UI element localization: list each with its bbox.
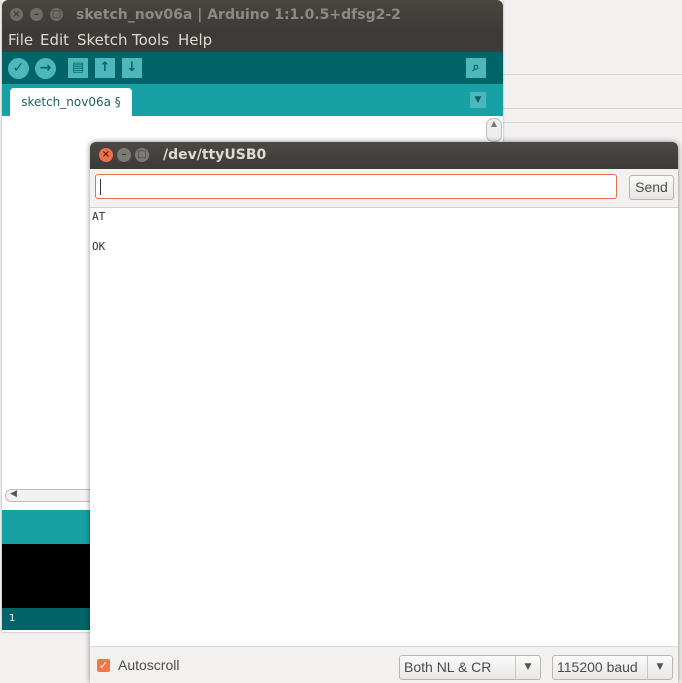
line-ending-select[interactable]: Both NL & CR ▼ (399, 655, 541, 680)
text-caret (100, 179, 101, 195)
autoscroll-label: Autoscroll (118, 657, 180, 673)
output-line: AT (92, 210, 106, 223)
ide-close-icon[interactable]: × (10, 8, 23, 21)
line-number: 1 (9, 613, 16, 624)
ide-maximize-icon[interactable]: □ (50, 8, 63, 21)
menu-bar: File Edit Sketch Tools Help (2, 30, 503, 52)
menu-edit[interactable]: Edit (40, 31, 69, 49)
baud-rate-select[interactable]: 115200 baud ▼ (552, 655, 673, 680)
serial-minimize-icon[interactable]: – (117, 148, 131, 162)
save-sketch-icon[interactable]: ↓ (122, 58, 142, 78)
ide-toolbar: ✓ → ▤ ↑ ↓ ⌕ (2, 52, 503, 84)
serial-maximize-icon[interactable]: □ (135, 148, 149, 162)
desktop-divider (502, 122, 682, 123)
line-ending-value: Both NL & CR (404, 659, 492, 675)
menu-sketch[interactable]: Sketch (77, 31, 128, 49)
desktop-divider (502, 74, 682, 75)
tab-bar: sketch_nov06a § ▼ (2, 84, 503, 116)
new-sketch-icon[interactable]: ▤ (68, 58, 88, 78)
ide-titlebar: × – □ sketch_nov06a | Arduino 1:1.0.5+df… (2, 0, 503, 30)
open-sketch-icon[interactable]: ↑ (95, 58, 115, 78)
serial-input-field[interactable] (95, 174, 617, 199)
scroll-left-icon[interactable]: ◀ (10, 489, 17, 499)
output-line: OK (92, 240, 106, 253)
editor-vertical-scrollbar[interactable]: ▲ (486, 118, 502, 142)
verify-icon[interactable]: ✓ (8, 58, 29, 79)
menu-file[interactable]: File (8, 31, 33, 49)
send-button[interactable]: Send (629, 175, 674, 200)
serial-close-icon[interactable]: × (99, 148, 113, 162)
chevron-down-icon: ▼ (647, 656, 672, 679)
desktop-divider (502, 108, 682, 109)
serial-monitor-icon[interactable]: ⌕ (466, 58, 486, 78)
ide-minimize-icon[interactable]: – (30, 8, 43, 21)
upload-icon[interactable]: → (35, 58, 56, 79)
serial-monitor-window: × – □ /dev/ttyUSB0 Send AT OK ✓ Autoscro… (90, 142, 678, 683)
menu-help[interactable]: Help (178, 31, 212, 49)
serial-monitor-title: /dev/ttyUSB0 (163, 147, 267, 163)
serial-monitor-titlebar: × – □ /dev/ttyUSB0 (90, 142, 678, 169)
ide-window-title: sketch_nov06a | Arduino 1:1.0.5+dfsg2-2 (76, 7, 401, 23)
autoscroll-checkbox[interactable]: ✓ (97, 659, 110, 672)
serial-output: AT OK (90, 207, 678, 646)
menu-tools[interactable]: Tools (132, 31, 169, 49)
baud-rate-value: 115200 baud (557, 659, 638, 675)
serial-bottom-bar: ✓ Autoscroll Both NL & CR ▼ 115200 baud … (90, 646, 678, 683)
chevron-down-icon: ▼ (515, 656, 540, 679)
tab-menu-icon[interactable]: ▼ (470, 92, 486, 108)
tab-sketch[interactable]: sketch_nov06a § (10, 88, 132, 116)
